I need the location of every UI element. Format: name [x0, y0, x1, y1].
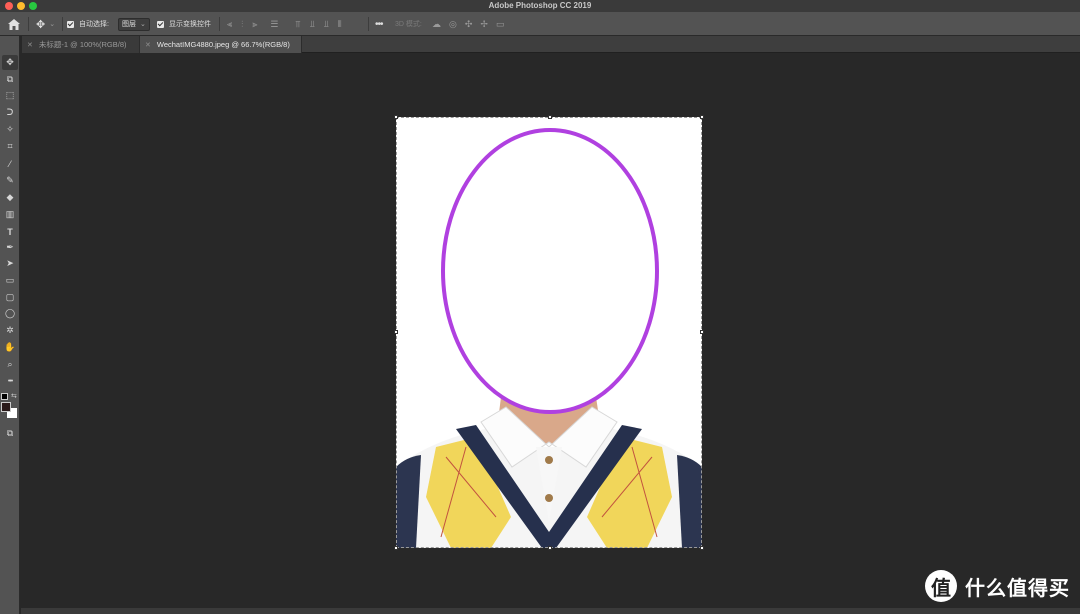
crop-icon: ⌗ [7, 141, 13, 151]
lasso-icon: ᑐ [6, 107, 14, 117]
auto-select-dropdown[interactable]: 图层 ⌄ [118, 17, 150, 31]
eyedropper-tool[interactable]: ⁄ [2, 156, 18, 171]
show-transform-label: 显示变换控件 [169, 21, 211, 28]
zoom-tool[interactable]: ⌕ [2, 357, 18, 372]
chevron-down-icon: ⌄ [140, 21, 146, 28]
distribute-v-icon[interactable]: ⦀ [338, 19, 342, 30]
move-tool-preset[interactable]: ✥ ⌄ [36, 12, 55, 36]
ellipse-tool[interactable]: ◯ [2, 306, 18, 321]
swap-colors-icon[interactable]: ⇆ [11, 392, 17, 400]
show-transform-checkbox[interactable] [157, 20, 164, 28]
document-canvas[interactable] [396, 117, 702, 548]
app-title: Adobe Photoshop CC 2019 [488, 1, 592, 10]
3d-drag-icon[interactable]: ✣ [465, 19, 473, 30]
3d-slide-icon[interactable]: ✢ [480, 19, 488, 30]
type-tool[interactable]: T [2, 224, 18, 239]
photo-image [396, 117, 702, 548]
auto-select-value: 图层 [122, 21, 136, 28]
hand-tool[interactable]: ✋ [2, 340, 18, 355]
type-icon: T [7, 226, 13, 237]
auto-select-checkbox[interactable] [67, 20, 74, 28]
align-buttons: ⫷ ⫶ ⫸ ☰ ⫪ ⫫ ⫫ ⦀ [227, 12, 342, 36]
magic-wand-tool[interactable]: ✧ [2, 122, 18, 137]
move-tool[interactable]: ✥ [2, 55, 18, 70]
3d-scale-icon[interactable]: ▭ [496, 19, 505, 30]
custom-shape-tool[interactable]: ✲ [2, 323, 18, 338]
move-icon: ✥ [6, 57, 14, 67]
eraser-icon: ◆ [6, 192, 14, 202]
align-right-icon[interactable]: ⫸ [252, 19, 257, 30]
screen-mode-icon: ⧉ [6, 428, 14, 438]
tab-untitled[interactable]: ✕ 未标题-1 @ 100%(RGB/8) [22, 36, 140, 53]
eyedropper-icon: ⁄ [9, 158, 11, 169]
rect-marquee-icon: ⬚ [5, 90, 15, 100]
3d-orbit-icon[interactable]: ☁ [432, 19, 441, 30]
options-bar: ✥ ⌄ 自动选择: 图层 ⌄ 显示变换控件 ⫷ ⫶ ⫸ ☰ ⫪ ⫫ ⫫ ⦀ ••… [0, 12, 1080, 36]
pen-tool[interactable]: ✒ [2, 240, 18, 255]
watermark: 值 什么值得买 [925, 568, 1070, 604]
rounded-rect-icon: ▢ [5, 292, 15, 302]
more-icon: ••• [375, 18, 383, 30]
tab-label: WechatIMG4880.jpeg @ 66.7%(RGB/8) [156, 40, 290, 49]
rectangle-tool[interactable]: ▭ [2, 273, 18, 288]
brush-icon: ✎ [6, 175, 14, 185]
more-icon: ••• [7, 378, 13, 385]
title-bar: Adobe Photoshop CC 2019 [0, 0, 1080, 12]
brush-tool[interactable]: ✎ [2, 173, 18, 188]
custom-shape-icon: ✲ [6, 325, 14, 335]
tab-label: 未标题-1 @ 100%(RGB/8) [38, 40, 127, 49]
document-tabs: ✕ 未标题-1 @ 100%(RGB/8) ✕ WechatIMG4880.jp… [22, 36, 1080, 53]
gradient-tool[interactable]: ▥ [2, 207, 18, 222]
align-bottom-icon[interactable]: ⫫ [324, 19, 329, 30]
hand-icon: ✋ [4, 342, 16, 352]
3d-mode-label: 3D 模式: [395, 21, 422, 28]
magic-wand-icon: ✧ [6, 124, 14, 134]
ellipse-icon: ◯ [4, 308, 16, 318]
watermark-text: 什么值得买 [965, 577, 1070, 600]
more-options-button[interactable]: ••• [375, 12, 383, 36]
move-icon: ✥ [36, 18, 46, 31]
align-vcenter-icon[interactable]: ⫫ [310, 19, 315, 30]
close-tab-icon[interactable]: ✕ [145, 41, 151, 49]
zoom-icon: ⌕ [7, 359, 13, 369]
status-bar [21, 608, 1080, 614]
path-select-icon: ➤ [6, 258, 14, 268]
align-top-icon[interactable]: ⫪ [296, 19, 301, 30]
tab-wechat-image[interactable]: ✕ WechatIMG4880.jpeg @ 66.7%(RGB/8) [140, 36, 302, 53]
3d-mode-buttons: ☁ ◎ ✣ ✢ ▭ [432, 12, 504, 36]
3d-roll-icon[interactable]: ◎ [449, 19, 457, 30]
more-tools[interactable]: ••• [2, 374, 18, 389]
color-swatches[interactable]: ⇆ [0, 392, 20, 422]
chevron-down-icon: ⌄ [49, 21, 56, 28]
close-tab-icon[interactable]: ✕ [27, 41, 33, 49]
eraser-tool[interactable]: ◆ [2, 190, 18, 205]
distribute-h-icon[interactable]: ☰ [270, 19, 278, 30]
auto-select-label: 自动选择: [79, 21, 109, 28]
marquee-tool[interactable]: ⬚ [2, 88, 18, 103]
artboard-tool[interactable]: ⧉ [2, 72, 18, 87]
home-icon [8, 18, 20, 30]
foreground-color-swatch[interactable] [1, 402, 11, 412]
pen-icon: ✒ [6, 242, 14, 252]
tools-panel: ✥ ⧉ ⬚ ᑐ ✧ ⌗ ⁄ ✎ ◆ ▥ T ✒ ➤ ▭ ▢ ◯ ✲ ✋ ⌕ ••… [0, 36, 20, 614]
default-colors-icon[interactable] [1, 393, 8, 400]
artboard-icon: ⧉ [6, 74, 14, 84]
home-button[interactable] [8, 12, 20, 36]
crop-tool[interactable]: ⌗ [2, 139, 18, 154]
align-hcenter-icon[interactable]: ⫶ [241, 19, 243, 30]
lasso-tool[interactable]: ᑐ [2, 105, 18, 120]
watermark-logo: 值 [925, 570, 957, 602]
quick-mask-button[interactable]: ⧉ [2, 426, 18, 441]
path-select-tool[interactable]: ➤ [2, 256, 18, 271]
rounded-rect-tool[interactable]: ▢ [2, 290, 18, 305]
gradient-icon: ▥ [5, 209, 15, 219]
align-left-icon[interactable]: ⫷ [227, 19, 232, 30]
rectangle-icon: ▭ [5, 275, 15, 285]
